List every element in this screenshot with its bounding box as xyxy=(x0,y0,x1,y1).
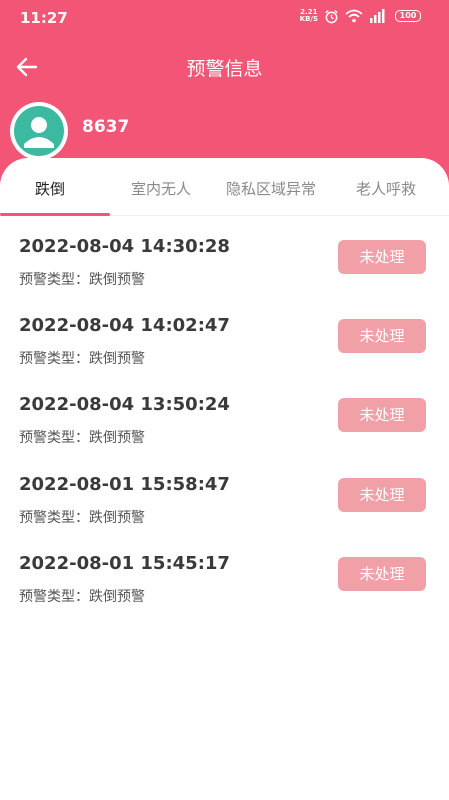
alert-item[interactable]: 2022-08-01 15:45:17 预警类型：跌倒预警 未处理 xyxy=(0,545,449,625)
unprocessed-button[interactable]: 未处理 xyxy=(338,319,426,353)
tab-no-one-indoors[interactable]: 室内无人 xyxy=(131,178,191,199)
status-bar: 11:27 2.21 KB/S 100 xyxy=(0,0,449,36)
alert-time: 2022-08-04 13:50:24 xyxy=(19,394,230,415)
alert-time: 2022-08-01 15:45:17 xyxy=(19,553,230,574)
alert-type-value: 跌倒预警 xyxy=(89,272,145,288)
battery-icon: 100 xyxy=(395,10,421,22)
alert-item[interactable]: 2022-08-04 14:30:28 预警类型：跌倒预警 未处理 xyxy=(0,228,449,308)
alert-type: 预警类型：跌倒预警 xyxy=(19,507,145,527)
tab-bar: 跌倒 室内无人 隐私区域异常 老人呼救 xyxy=(0,158,449,216)
alert-item[interactable]: 2022-08-04 13:50:24 预警类型：跌倒预警 未处理 xyxy=(0,386,449,466)
alert-type-value: 跌倒预警 xyxy=(89,430,145,446)
unprocessed-button[interactable]: 未处理 xyxy=(338,240,426,274)
page-title: 预警信息 xyxy=(186,58,263,80)
alert-type-label: 预警类型： xyxy=(19,272,89,288)
unprocessed-button[interactable]: 未处理 xyxy=(338,557,426,591)
alert-time: 2022-08-01 15:58:47 xyxy=(19,474,230,495)
user-id: 8637 xyxy=(82,117,130,137)
tab-elderly-call-for-help[interactable]: 老人呼救 xyxy=(356,178,416,199)
net-speed: 2.21 KB/S xyxy=(300,9,318,23)
alert-type: 预警类型：跌倒预警 xyxy=(19,427,145,447)
alert-item[interactable]: 2022-08-04 14:02:47 预警类型：跌倒预警 未处理 xyxy=(0,307,449,387)
alert-type-value: 跌倒预警 xyxy=(89,589,145,605)
status-icons: 2.21 KB/S 100 xyxy=(300,8,421,24)
user-avatar-icon xyxy=(24,117,54,148)
alert-type-value: 跌倒预警 xyxy=(89,510,145,526)
unprocessed-button[interactable]: 未处理 xyxy=(338,398,426,432)
content-panel: 跌倒 室内无人 隐私区域异常 老人呼救 2022-08-04 14:30:28 … xyxy=(0,158,449,800)
alarm-icon xyxy=(325,9,338,23)
unprocessed-button[interactable]: 未处理 xyxy=(338,478,426,512)
nav-bar: 预警信息 xyxy=(0,44,449,92)
tab-fall[interactable]: 跌倒 xyxy=(35,178,65,199)
alert-type-label: 预警类型： xyxy=(19,589,89,605)
alert-type: 预警类型：跌倒预警 xyxy=(19,348,145,368)
status-time: 11:27 xyxy=(20,9,68,27)
alert-time: 2022-08-04 14:02:47 xyxy=(19,315,230,336)
wifi-icon xyxy=(345,9,363,23)
active-tab-indicator xyxy=(0,213,110,216)
alert-type: 预警类型：跌倒预警 xyxy=(19,586,145,606)
alert-type: 预警类型：跌倒预警 xyxy=(19,269,145,289)
net-speed-unit: KB/S xyxy=(299,15,318,23)
avatar[interactable] xyxy=(10,102,68,160)
alert-item[interactable]: 2022-08-01 15:58:47 预警类型：跌倒预警 未处理 xyxy=(0,466,449,546)
tab-privacy-area-anomaly[interactable]: 隐私区域异常 xyxy=(226,178,316,199)
alert-type-value: 跌倒预警 xyxy=(89,351,145,367)
signal-icon xyxy=(370,9,385,23)
alert-time: 2022-08-04 14:30:28 xyxy=(19,236,230,257)
avatar-circle xyxy=(14,106,64,156)
alert-type-label: 预警类型： xyxy=(19,430,89,446)
alert-type-label: 预警类型： xyxy=(19,510,89,526)
alert-type-label: 预警类型： xyxy=(19,351,89,367)
